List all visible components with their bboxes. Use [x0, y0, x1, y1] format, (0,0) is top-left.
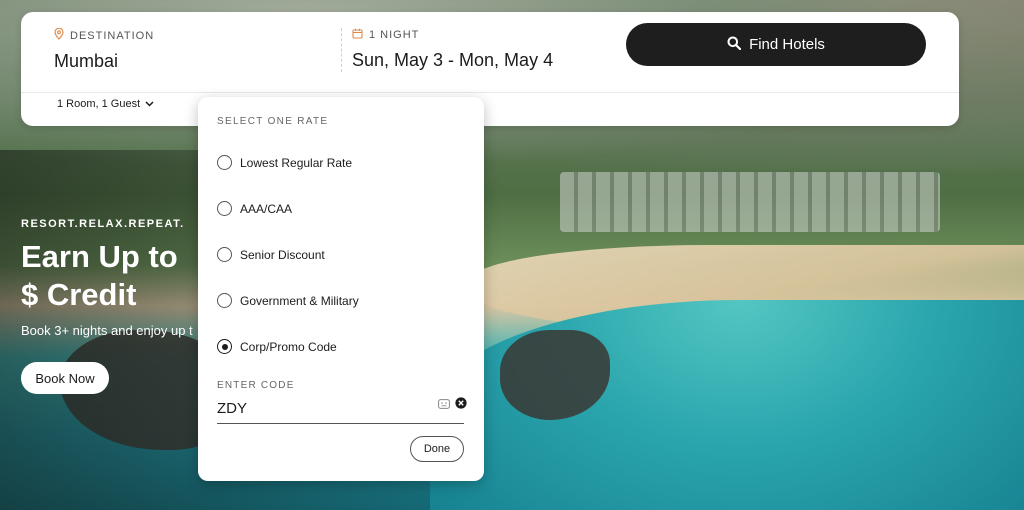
keyboard-icon[interactable]: [438, 396, 450, 414]
dates-value: Sun, May 3 - Mon, May 4: [352, 50, 554, 70]
destination-field[interactable]: DESTINATION Mumbai: [54, 27, 155, 72]
radio-button[interactable]: [217, 201, 232, 216]
destination-label: DESTINATION: [70, 29, 155, 42]
hero-subtext: Book 3+ nights and enjoy up t: [21, 323, 193, 338]
rate-option-government-military[interactable]: Government & Military: [217, 293, 359, 308]
rate-option-corp-promo[interactable]: Corp/Promo Code: [217, 339, 337, 354]
search-bar: DESTINATION Mumbai 1 NIGHT Sun, May 3 - …: [21, 12, 959, 93]
radio-button-selected[interactable]: [217, 339, 232, 354]
radio-button[interactable]: [217, 155, 232, 170]
rate-option-label: AAA/CAA: [240, 201, 293, 216]
rate-option-label: Lowest Regular Rate: [240, 155, 353, 170]
code-input-icons: [438, 396, 467, 414]
rate-selection-panel: SELECT ONE RATE Lowest Regular Rate AAA/…: [198, 97, 484, 481]
promo-code-input[interactable]: [217, 393, 464, 424]
rooms-guests-label: 1 Room, 1 Guest: [57, 98, 141, 110]
location-pin-icon: [54, 27, 64, 43]
calendar-icon: [352, 28, 363, 42]
dates-label: 1 NIGHT: [369, 29, 420, 41]
destination-value: Mumbai: [54, 51, 119, 71]
enter-code-label: ENTER CODE: [217, 380, 295, 391]
dates-field[interactable]: 1 NIGHT Sun, May 3 - Mon, May 4: [352, 28, 553, 71]
radio-button[interactable]: [217, 293, 232, 308]
hero-tagline: RESORT.RELAX.REPEAT.: [21, 218, 185, 230]
rate-option-label: Government & Military: [240, 293, 359, 308]
rate-option-lowest-regular[interactable]: Lowest Regular Rate: [217, 155, 352, 170]
hero-section: RESORT.RELAX.REPEAT. Earn Up to $ Credit…: [21, 218, 201, 394]
chevron-down-icon: [145, 98, 154, 110]
hero-headline: Earn Up to $ Credit: [21, 239, 178, 312]
rate-panel-title: SELECT ONE RATE: [217, 116, 329, 127]
rate-option-label: Corp/Promo Code: [240, 339, 337, 354]
search-card: DESTINATION Mumbai 1 NIGHT Sun, May 3 - …: [21, 12, 959, 126]
book-now-button[interactable]: Book Now: [21, 362, 109, 394]
search-icon: [727, 36, 742, 54]
rate-option-aaa-caa[interactable]: AAA/CAA: [217, 201, 292, 216]
done-button[interactable]: Done: [410, 436, 464, 462]
clear-icon[interactable]: [455, 396, 467, 414]
radio-button[interactable]: [217, 247, 232, 262]
rate-option-senior-discount[interactable]: Senior Discount: [217, 247, 325, 262]
find-hotels-button[interactable]: Find Hotels: [626, 23, 926, 66]
find-hotels-label: Find Hotels: [749, 36, 825, 53]
rate-option-label: Senior Discount: [240, 247, 325, 262]
rooms-guests-dropdown[interactable]: 1 Room, 1 Guest: [57, 98, 154, 110]
field-divider: [341, 28, 343, 72]
